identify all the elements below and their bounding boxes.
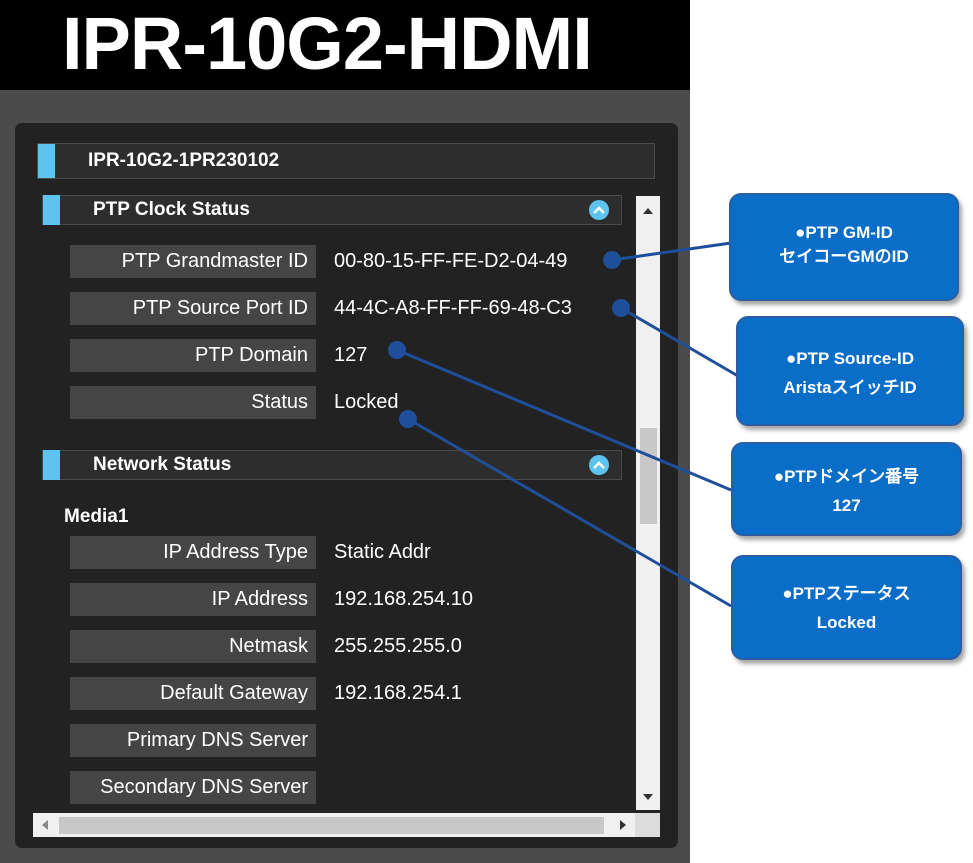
device-header[interactable]: IPR-10G2-1PR230102 [37, 143, 655, 179]
callout-ptp-gm-id: ●PTP GM-ID セイコーGMのID [729, 193, 959, 301]
callout-ptp-gm-id-line1: ●PTP GM-ID [795, 223, 893, 242]
callout-ptp-status-line2: Locked [816, 613, 877, 632]
scrollbar-corner [635, 813, 660, 837]
media1-heading: Media1 [64, 506, 129, 527]
ptp-grandmaster-id-value: 00-80-15-FF-FE-D2-04-49 [334, 250, 568, 272]
callout-ptp-domain-line1: ●PTPドメイン番号 [773, 467, 920, 486]
status-scroll-area[interactable]: PTP Clock Status PTP Grandmaster ID 00-8… [37, 195, 634, 811]
vertical-scroll-thumb[interactable] [640, 428, 657, 524]
netmask-value: 255.255.255.0 [334, 635, 462, 657]
horizontal-scrollbar[interactable] [33, 813, 635, 837]
default-gateway-label: Default Gateway [70, 677, 316, 710]
callout-ptp-source-id-line1: ●PTP Source-ID [785, 349, 915, 368]
callout-ptp-gm-id-line2: セイコーGMのID [779, 247, 909, 266]
callout-ptp-source-id-line2: AristaスイッチID [783, 378, 917, 397]
scroll-up-triangle-up-icon[interactable] [636, 202, 660, 220]
ip-address-value: 192.168.254.10 [334, 588, 474, 610]
ptp-source-port-id-label: PTP Source Port ID [70, 292, 316, 325]
product-title: IPR-10G2-HDMI [62, 2, 593, 85]
scroll-right-triangle-right-icon[interactable] [613, 813, 633, 837]
callout-ptp-status-line1: ●PTPステータス [782, 584, 911, 603]
callout-ptp-domain-line2: 127 [832, 496, 861, 515]
network-section-accent [43, 450, 60, 480]
primary-dns-label: Primary DNS Server [70, 724, 316, 757]
ip-address-type-label: IP Address Type [70, 536, 316, 569]
default-gateway-value: 192.168.254.1 [334, 682, 462, 704]
ip-address-type-value: Static Addr [334, 541, 431, 563]
ptp-source-port-id-value: 44-4C-A8-FF-FF-69-48-C3 [334, 297, 572, 319]
ptp-domain-label: PTP Domain [70, 339, 316, 372]
ptp-status-value: Locked [334, 391, 399, 413]
ptp-collapse-chevron-up-icon[interactable] [589, 200, 609, 220]
netmask-label: Netmask [70, 630, 316, 663]
network-section-header[interactable]: Network Status [42, 450, 622, 480]
horizontal-scroll-thumb[interactable] [59, 817, 604, 834]
secondary-dns-label: Secondary DNS Server [70, 771, 316, 804]
scroll-down-triangle-down-icon[interactable] [636, 788, 660, 806]
ptp-domain-value: 127 [334, 344, 368, 366]
ptp-section-header[interactable]: PTP Clock Status [42, 195, 622, 225]
scroll-left-triangle-left-icon[interactable] [35, 813, 55, 837]
vertical-scrollbar[interactable] [636, 196, 660, 810]
callout-ptp-domain: ●PTPドメイン番号 127 [731, 442, 962, 536]
network-section-title: Network Status [93, 454, 232, 475]
device-name: IPR-10G2-1PR230102 [88, 150, 280, 171]
ptp-status-label: Status [70, 386, 316, 419]
network-collapse-chevron-up-icon[interactable] [589, 455, 609, 475]
callout-ptp-status: ●PTPステータス Locked [731, 555, 962, 660]
ip-address-label: IP Address [70, 583, 316, 616]
callout-ptp-source-id: ●PTP Source-ID AristaスイッチID [736, 316, 964, 426]
device-header-accent [38, 144, 55, 178]
ptp-section-title: PTP Clock Status [93, 199, 250, 220]
title-bar: IPR-10G2-HDMI [0, 0, 690, 90]
ptp-grandmaster-id-label: PTP Grandmaster ID [70, 245, 316, 278]
ptp-section-accent [43, 195, 60, 225]
